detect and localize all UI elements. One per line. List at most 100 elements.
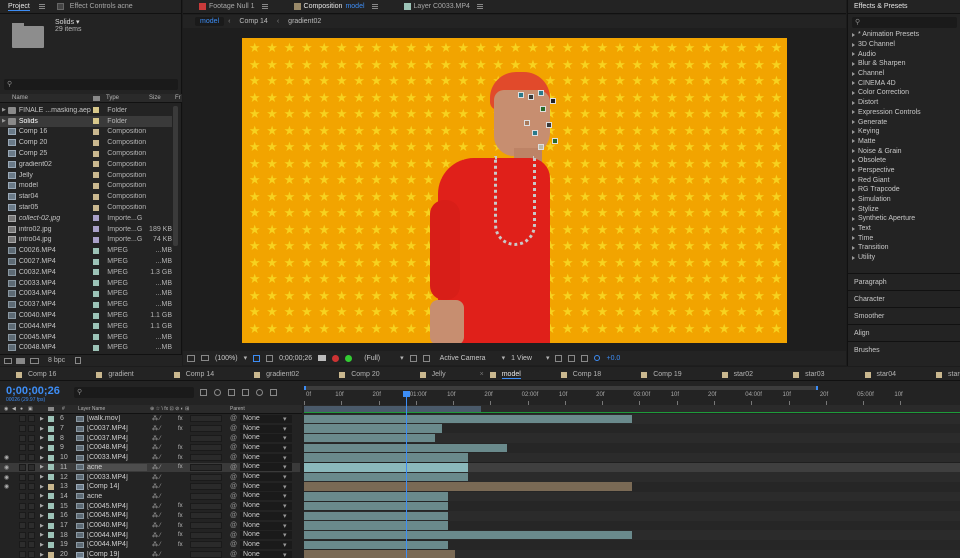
solo-toggle[interactable]: [19, 541, 26, 549]
breadcrumb-item[interactable]: gradient02: [283, 17, 326, 26]
project-item[interactable]: Comp 16 Composition: [0, 127, 172, 138]
eye-icon[interactable]: ◉: [4, 464, 9, 471]
effects-search[interactable]: ⚲: [852, 17, 957, 28]
chevron-right-icon[interactable]: ▶: [40, 513, 44, 519]
solo-toggle[interactable]: [19, 512, 26, 520]
project-item[interactable]: C0026.MP4 MPEG ...MB: [0, 245, 172, 256]
layer-row[interactable]: ▶ 14 acne ⁂ ⁄ @ None ▾: [0, 492, 300, 502]
project-item[interactable]: C0044.MP4 MPEG 1.1 GB: [0, 321, 172, 332]
label-swatch[interactable]: [48, 464, 54, 471]
effect-category[interactable]: Utility: [848, 253, 960, 263]
panel-menu-icon[interactable]: [261, 4, 268, 9]
layer-switches[interactable]: ⁂ ⁄: [152, 444, 161, 451]
chevron-right-icon[interactable]: ▶: [40, 552, 44, 558]
effect-category[interactable]: Red Giant: [848, 175, 960, 185]
timeline-tab[interactable]: Comp 14: [162, 368, 240, 380]
layer-row[interactable]: ▶ 7 [C0037.MP4] ⁂ ⁄ fx @ None ▾: [0, 424, 300, 434]
fx-icon[interactable]: fx: [178, 513, 183, 519]
chevron-right-icon[interactable]: ▶: [40, 474, 44, 480]
layer-name[interactable]: [Comp 19]: [87, 551, 147, 558]
project-item[interactable]: C0037.MP4 MPEG ...MB: [0, 299, 172, 310]
layer-duration-bar[interactable]: [304, 453, 468, 462]
label-swatch[interactable]: [93, 215, 100, 222]
layer-row[interactable]: ◉ ▶ 12 [C0033.MP4] ⁂ ⁄ @ None ▾: [0, 472, 300, 482]
layer-duration-bar[interactable]: [304, 472, 468, 482]
panel-menu-icon[interactable]: [38, 4, 45, 9]
panel-menu-icon[interactable]: [371, 4, 378, 9]
layer-duration-bar[interactable]: [304, 492, 449, 501]
layer-switches[interactable]: ⁂ ⁄: [152, 493, 161, 500]
timeline-tab[interactable]: Comp 16: [4, 368, 82, 380]
project-item[interactable]: C0040.MP4 MPEG 1.1 GB: [0, 310, 172, 321]
switch-boxes[interactable]: [190, 483, 222, 491]
pick-whip-icon[interactable]: @: [230, 444, 237, 451]
pick-whip-icon[interactable]: @: [230, 474, 237, 481]
timeline-search[interactable]: ⚲: [74, 387, 194, 398]
project-item[interactable]: C0033.MP4 MPEG ...MB: [0, 278, 172, 289]
layer-switches[interactable]: ⁂ ⁄: [152, 512, 161, 519]
pick-whip-icon[interactable]: @: [230, 464, 237, 471]
comp-mini-flowchart-icon[interactable]: [200, 388, 207, 396]
timeline-timecode[interactable]: 0;00;00;26: [6, 385, 60, 397]
grid-icon[interactable]: [253, 354, 261, 362]
project-item[interactable]: C0048.MP4 MPEG ...MB: [0, 343, 172, 354]
effect-category[interactable]: Audio: [848, 49, 960, 59]
channel-icon[interactable]: [332, 354, 340, 362]
solo-toggle[interactable]: [19, 425, 26, 433]
layer-name[interactable]: [C0033.MP4]: [87, 454, 147, 461]
layer-name[interactable]: [Comp 14]: [87, 483, 147, 490]
switch-boxes[interactable]: [190, 512, 222, 520]
label-swatch[interactable]: [93, 312, 100, 319]
label-swatch[interactable]: [93, 182, 100, 189]
label-swatch[interactable]: [48, 551, 54, 558]
tab-effect-controls[interactable]: Effect Controls acne: [51, 0, 139, 14]
graph-editor-icon[interactable]: [270, 388, 277, 396]
solo-toggle[interactable]: [19, 473, 26, 481]
layer-row[interactable]: ▶ 16 [C0045.MP4] ⁂ ⁄ fx @ None ▾: [0, 511, 300, 521]
effect-category[interactable]: Time: [848, 233, 960, 243]
layer-duration-bar[interactable]: [304, 463, 468, 472]
effect-category[interactable]: Obsolete: [848, 156, 960, 166]
switch-boxes[interactable]: [190, 434, 222, 442]
project-item[interactable]: ▶ FINALE ...masking.aep Folder: [0, 105, 172, 116]
project-item[interactable]: C0027.MP4 MPEG ...MB: [0, 256, 172, 267]
layer-row[interactable]: ▶ 9 [C0048.MP4] ⁂ ⁄ fx @ None ▾: [0, 443, 300, 453]
label-swatch[interactable]: [48, 532, 54, 539]
label-swatch[interactable]: [48, 444, 54, 451]
chevron-right-icon[interactable]: ▶: [40, 435, 44, 441]
project-item[interactable]: intro04.jpg Importe...G 74 KB: [0, 235, 172, 246]
solo-toggle[interactable]: [19, 463, 26, 471]
label-swatch[interactable]: [93, 118, 100, 125]
layer-switches[interactable]: ⁂ ⁄: [152, 454, 161, 461]
switch-boxes[interactable]: [190, 454, 222, 462]
transparency-grid-icon[interactable]: [422, 354, 430, 362]
lock-toggle[interactable]: [28, 502, 35, 510]
effect-category[interactable]: Generate: [848, 117, 960, 127]
layer-name[interactable]: acne: [87, 463, 147, 471]
effect-category[interactable]: Color Correction: [848, 88, 960, 98]
playhead[interactable]: [402, 391, 410, 558]
timeline-tab[interactable]: star02: [710, 368, 779, 380]
chevron-right-icon[interactable]: ▶: [40, 464, 44, 470]
project-item[interactable]: Comp 25 Composition: [0, 148, 172, 159]
layer-switches[interactable]: ⁂ ⁄: [152, 464, 161, 471]
pixel-aspect-icon[interactable]: [555, 354, 563, 362]
layer-name[interactable]: [C0037.MP4]: [87, 435, 147, 442]
label-swatch[interactable]: [93, 301, 100, 308]
layer-name[interactable]: [C0033.MP4]: [87, 474, 147, 481]
chevron-right-icon[interactable]: ▶: [40, 523, 44, 529]
eye-icon[interactable]: ◉: [4, 474, 9, 481]
switch-boxes[interactable]: [190, 473, 222, 481]
lock-toggle[interactable]: [28, 512, 35, 520]
close-icon[interactable]: ×: [480, 371, 484, 378]
layer-duration-bar[interactable]: [304, 530, 632, 540]
viewer-tab-1[interactable]: Composition model: [288, 0, 384, 14]
panel-paragraph[interactable]: Paragraph: [848, 273, 960, 290]
motion-blur-icon[interactable]: [256, 388, 263, 396]
chevron-right-icon[interactable]: ▶: [40, 503, 44, 509]
flowchart-icon[interactable]: [581, 354, 589, 362]
switch-boxes[interactable]: [190, 425, 222, 433]
label-swatch[interactable]: [93, 334, 100, 341]
chevron-right-icon[interactable]: ▶: [0, 107, 8, 113]
frame-blending-icon[interactable]: [242, 388, 249, 396]
